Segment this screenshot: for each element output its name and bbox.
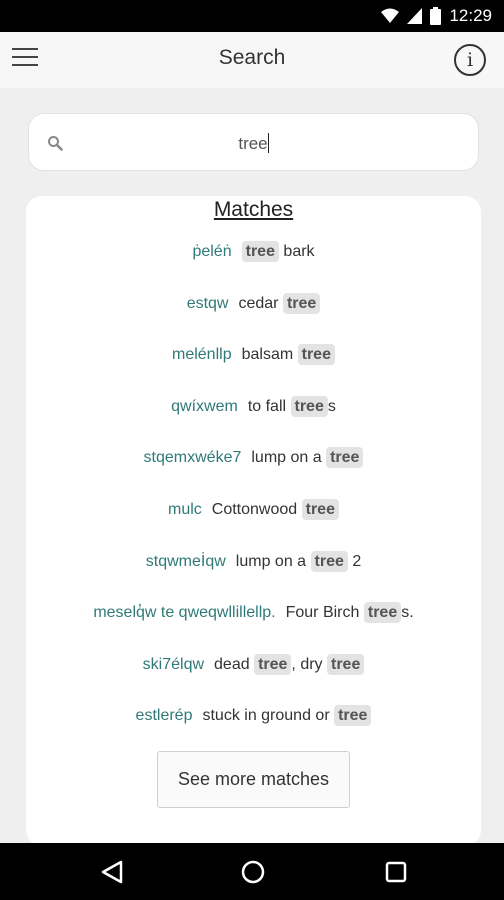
status-time: 12:29 xyxy=(449,6,492,25)
match-item[interactable]: stqwmeİqw lump on a tree 2 xyxy=(26,544,481,596)
match-word: stqemxwéke7 xyxy=(143,449,242,467)
match-word: estqw xyxy=(186,294,229,312)
recents-icon[interactable] xyxy=(383,859,409,885)
match-definition-text: s xyxy=(327,397,336,415)
search-input[interactable]: tree xyxy=(28,113,479,171)
info-icon[interactable]: i xyxy=(454,44,486,76)
match-highlight: tree xyxy=(297,344,335,366)
match-word: estlerép xyxy=(135,707,193,725)
match-list: ṗeléṅ tree bark estqw cedar tree melénllp bal… xyxy=(26,234,481,750)
nav-bar xyxy=(0,843,504,900)
matches-title: Matches xyxy=(213,198,294,221)
match-highlight: tree xyxy=(326,447,364,469)
match-definition-text: lump on a xyxy=(251,449,327,467)
home-icon[interactable] xyxy=(240,859,266,885)
match-word: meselq̓w te qweqwllillellp. xyxy=(93,604,276,622)
match-highlight: tree xyxy=(326,653,365,675)
match-word: qwíxwem xyxy=(171,397,238,415)
match-item[interactable]: melénllp balsam tree xyxy=(26,337,481,389)
match-word: melénllp xyxy=(172,346,232,364)
match-definition-text: stuck in ground or xyxy=(202,707,335,725)
match-definition-text: cedar xyxy=(238,294,283,312)
match-highlight: tree xyxy=(241,241,279,262)
see-more-matches-button[interactable]: See more matches xyxy=(157,751,350,808)
match-definition-text: to fall xyxy=(247,397,291,415)
match-definition-text: Four Birch xyxy=(285,604,364,622)
match-highlight: tree xyxy=(363,602,402,624)
match-item[interactable]: ṗeléṅ tree bark xyxy=(26,234,481,286)
text-caret xyxy=(267,133,269,153)
match-item[interactable]: qwíxwem to fall tree s xyxy=(26,389,481,441)
status-icons: 12:29 xyxy=(381,6,492,26)
page-title: Search xyxy=(218,46,286,69)
match-highlight: tree xyxy=(310,550,348,572)
back-icon[interactable] xyxy=(99,859,125,885)
match-definition-text: 2 xyxy=(347,552,362,570)
match-word: stqwmeİqw xyxy=(145,552,226,570)
match-highlight: tree xyxy=(254,653,292,675)
match-definition-text: dead xyxy=(214,655,255,673)
match-definition-text: Cottonwood xyxy=(211,500,302,518)
search-value-text: tree xyxy=(238,134,268,153)
status-bar: 12:29 xyxy=(0,0,504,32)
match-item[interactable]: ski7élqw dead tree, dry tree xyxy=(26,647,481,699)
battery-icon xyxy=(430,7,442,25)
cell-signal-icon xyxy=(407,8,423,24)
match-definition-text: lump on a xyxy=(235,552,311,570)
match-item[interactable]: stqemxwéke7 lump on a tree xyxy=(26,440,481,492)
match-definition-text: balsam xyxy=(241,346,298,364)
match-word: ski7élqw xyxy=(142,655,205,673)
wifi-icon xyxy=(381,8,400,23)
match-word: ṗeléṅ xyxy=(192,243,232,260)
matches-card: Matches ṗeléṅ tree bark estqw cedar tree mel… xyxy=(26,196,481,846)
match-item[interactable]: estqw cedar tree xyxy=(26,286,481,338)
match-highlight: tree xyxy=(282,292,321,314)
match-item[interactable]: estlerép stuck in ground or tree xyxy=(26,698,481,750)
match-definition-text: s. xyxy=(401,604,414,622)
match-word: mulc xyxy=(168,500,202,518)
match-highlight: tree xyxy=(334,705,372,727)
search-value[interactable]: tree xyxy=(29,133,478,154)
app-bar: Search i xyxy=(0,32,504,88)
match-item[interactable]: meselq̓w te qweqwllillellp. Four Birch tr… xyxy=(26,595,481,647)
match-item[interactable]: mulc Cottonwood tree xyxy=(26,492,481,544)
match-definition-text: , dry xyxy=(291,655,327,673)
match-highlight: tree xyxy=(290,395,328,417)
match-highlight: tree xyxy=(301,498,339,520)
match-definition-text: bark xyxy=(278,243,315,260)
